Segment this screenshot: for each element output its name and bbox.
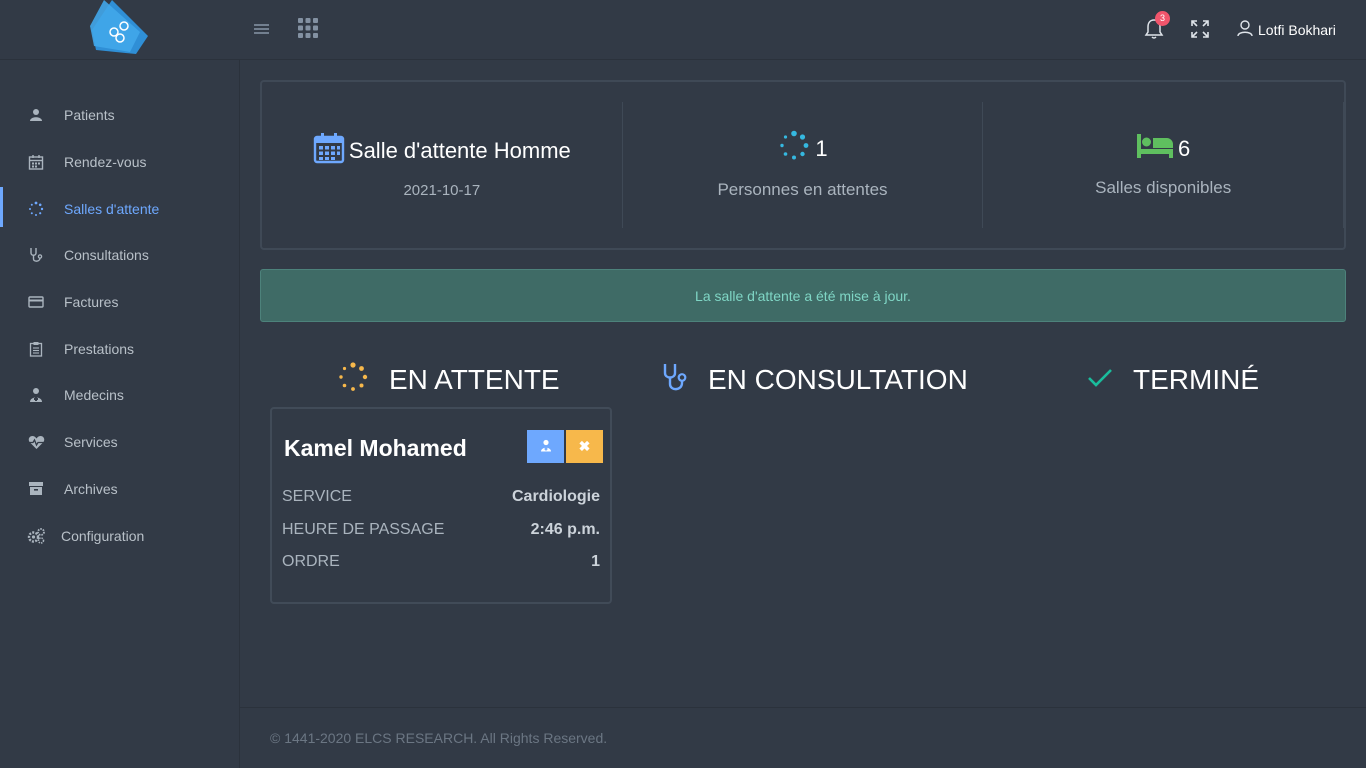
credit-card-icon [27, 293, 45, 311]
stat-room: Salle d'attente Homme 2021-10-17 [262, 102, 623, 228]
stethoscope-icon [662, 362, 688, 399]
sidebar: Patients Rendez-vous Salles d'attente Co… [0, 60, 240, 768]
user-icon [27, 106, 45, 124]
bed-icon [1136, 132, 1174, 166]
row-key: SERVICE [282, 488, 352, 505]
waiting-label: Personnes en attentes [717, 180, 888, 199]
column-title: EN CONSULTATION [708, 364, 968, 395]
stat-rooms-available: 6 Salles disponibles [983, 102, 1345, 228]
hamburger-icon[interactable] [252, 20, 272, 38]
stat-waiting: 1 Personnes en attentes [623, 102, 984, 228]
sidebar-item-label: Patients [64, 107, 115, 124]
footer: © 1441-2020 ELCS RESEARCH. All Rights Re… [240, 707, 1366, 768]
card-row-heure: HEURE DE PASSAGE 2:46 p.m. [282, 521, 600, 539]
column-en-attente: EN ATTENTE [337, 360, 560, 400]
brain-network-logo[interactable] [90, 0, 150, 56]
sidebar-item-label: Factures [64, 294, 119, 311]
sidebar-item-label: Salles d'attente [64, 200, 160, 217]
sidebar-item-factures[interactable]: Factures [0, 279, 239, 326]
doctor-icon [27, 386, 45, 404]
sidebar-item-medecins[interactable]: Medecins [0, 372, 239, 419]
spinner-icon [337, 361, 369, 400]
column-title: TERMINÉ [1133, 364, 1259, 395]
calendar-icon [313, 132, 345, 170]
sidebar-item-archives[interactable]: Archives [0, 466, 239, 513]
sidebar-item-label: Rendez-vous [64, 154, 147, 171]
user-name: Lotfi Bokhari [1258, 22, 1336, 38]
row-key: HEURE DE PASSAGE [282, 521, 445, 538]
check-icon [1087, 364, 1113, 396]
expand-icon[interactable] [1190, 19, 1210, 39]
archive-icon [27, 480, 45, 498]
sidebar-item-label: Configuration [61, 527, 145, 544]
row-value: Cardiologie [511, 488, 600, 505]
sidebar-item-label: Consultations [64, 247, 149, 264]
sidebar-item-consultations[interactable]: Consultations [0, 232, 239, 279]
grid-apps-icon[interactable] [297, 17, 319, 39]
doctor-icon [540, 439, 552, 455]
sidebar-nav: Patients Rendez-vous Salles d'attente Co… [0, 60, 239, 559]
spinner-icon [777, 130, 811, 168]
user-menu[interactable]: Lotfi Bokhari [1237, 19, 1336, 41]
close-icon: ✖ [578, 438, 591, 454]
column-en-consultation: EN CONSULTATION [662, 360, 968, 400]
room-title: Salle d'attente Homme [348, 137, 571, 163]
row-value: 1 [591, 553, 600, 570]
card-row-ordre: ORDRE 1 [282, 553, 600, 571]
sidebar-item-label: Medecins [64, 387, 124, 404]
sidebar-item-rendez-vous[interactable]: Rendez-vous [0, 139, 239, 186]
stats-panel: Salle d'attente Homme 2021-10-17 1 Perso… [260, 80, 1346, 250]
start-consultation-button[interactable] [527, 430, 564, 463]
calendar-icon [27, 153, 45, 171]
column-termine: TERMINÉ [1087, 360, 1259, 400]
sidebar-item-label: Services [64, 434, 118, 451]
sidebar-item-label: Archives [64, 480, 118, 497]
rooms-available-label: Salles disponibles [1095, 178, 1232, 197]
spinner-icon [27, 200, 45, 218]
gears-icon [27, 527, 45, 545]
success-alert: La salle d'attente a été mise à jour. [260, 269, 1346, 322]
sidebar-item-patients[interactable]: Patients [0, 92, 239, 139]
sidebar-item-configuration[interactable]: Configuration [0, 512, 239, 559]
user-icon [1237, 20, 1253, 40]
patient-name: Kamel Mohamed [284, 435, 467, 461]
sidebar-item-label: Prestations [64, 340, 135, 357]
sidebar-item-services[interactable]: Services [0, 419, 239, 466]
sidebar-item-prestations[interactable]: Prestations [0, 325, 239, 372]
stethoscope-icon [27, 246, 45, 264]
sidebar-item-salles-attente[interactable]: Salles d'attente [0, 185, 239, 232]
alert-message: La salle d'attente a été mise à jour. [695, 287, 911, 304]
column-title: EN ATTENTE [389, 364, 560, 395]
card-row-service: SERVICE Cardiologie [282, 488, 600, 506]
remove-patient-button[interactable]: ✖ [566, 430, 603, 463]
notification-badge: 3 [1155, 11, 1170, 26]
patient-card[interactable]: Kamel Mohamed ✖ SERVICE Cardiologie HEUR… [270, 407, 612, 604]
heartbeat-icon [27, 433, 45, 451]
row-value: 2:46 p.m. [530, 521, 600, 538]
copyright-text: © 1441-2020 ELCS RESEARCH. All Rights Re… [270, 730, 608, 746]
clipboard-icon [27, 340, 45, 358]
rooms-available-count: 6 [1178, 136, 1191, 161]
row-key: ORDRE [282, 553, 340, 570]
room-date: 2021-10-17 [403, 181, 481, 199]
topbar: 3 Lotfi Bokhari [0, 0, 1366, 60]
waiting-count: 1 [815, 136, 828, 161]
